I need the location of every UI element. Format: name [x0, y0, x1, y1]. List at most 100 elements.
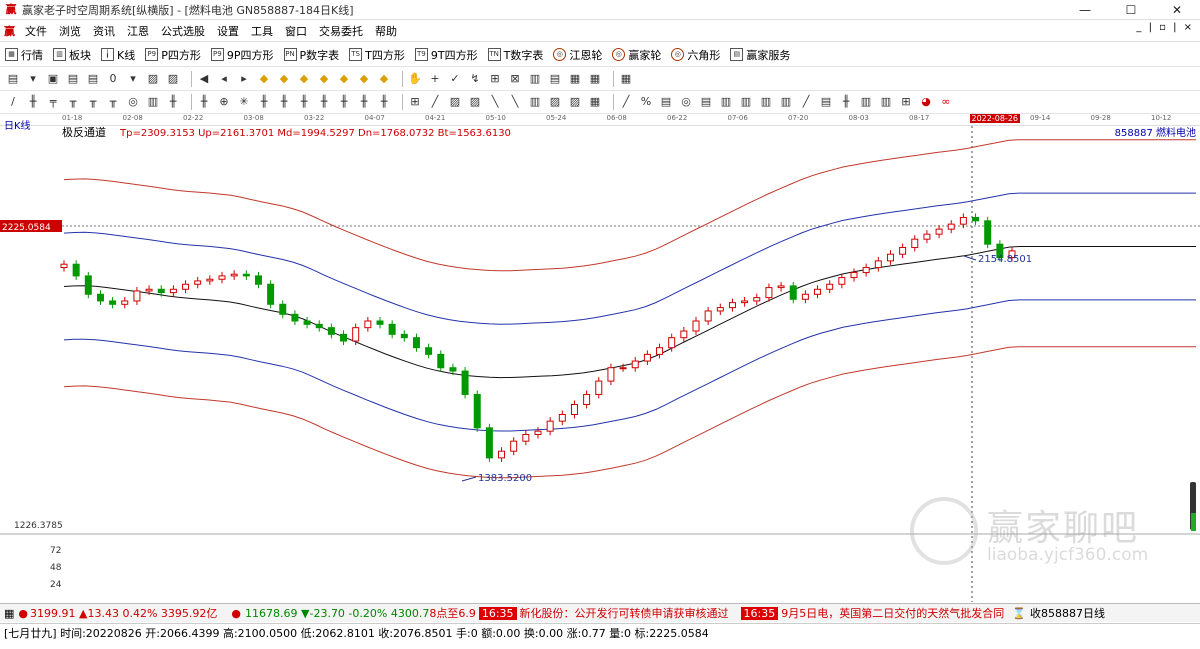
menu-formula[interactable]: 公式选股 — [155, 23, 211, 39]
candle-body[interactable] — [886, 253, 894, 262]
candle-body[interactable] — [570, 403, 578, 415]
tool-12-icon[interactable]: ╫ — [257, 95, 271, 109]
candle-body[interactable] — [850, 272, 858, 279]
tool-3-icon[interactable]: ▤ — [66, 72, 80, 86]
tool-11-icon[interactable]: ✳ — [237, 95, 251, 109]
tool-4-icon[interactable]: ╥ — [86, 95, 100, 109]
candle-body[interactable] — [291, 313, 299, 322]
candle-body[interactable] — [546, 420, 554, 432]
candle-body[interactable] — [923, 233, 931, 240]
tool-22-icon[interactable]: ▨ — [468, 95, 482, 109]
tool-19-icon[interactable]: ✋ — [408, 72, 422, 86]
candle-body[interactable] — [704, 310, 712, 322]
candle-body[interactable] — [194, 280, 202, 285]
price-chart[interactable]: 日K线 极反通道 Tp=2309.3153 Up=2161.3701 Md=19… — [0, 114, 1200, 602]
tool-34-icon[interactable]: ▥ — [719, 95, 733, 109]
candle-body[interactable] — [388, 323, 396, 335]
tool-24-icon[interactable]: ⊠ — [508, 72, 522, 86]
tool-38-icon[interactable]: ╱ — [799, 95, 813, 109]
candle-body[interactable] — [534, 430, 542, 436]
tool-26-icon[interactable]: ▨ — [548, 95, 562, 109]
candle-body[interactable] — [753, 297, 761, 302]
candle-body[interactable] — [668, 337, 676, 349]
candle-body[interactable] — [242, 273, 250, 277]
toolbar-blocks-button[interactable]: ▥ 板块 — [48, 47, 96, 63]
tool-40-icon[interactable]: ╫ — [839, 95, 853, 109]
tool-15-icon[interactable]: ◆ — [317, 72, 331, 86]
menu-window[interactable]: 窗口 — [279, 23, 313, 39]
tool-37-icon[interactable]: ▥ — [779, 95, 793, 109]
candle-body[interactable] — [935, 228, 943, 235]
candle-body[interactable] — [352, 327, 360, 342]
candle-body[interactable] — [741, 300, 749, 304]
menu-help[interactable]: 帮助 — [369, 23, 403, 39]
maximize-button[interactable]: ☐ — [1108, 0, 1154, 20]
candle-body[interactable] — [522, 434, 530, 442]
menu-gann[interactable]: 江恩 — [121, 23, 155, 39]
candle-body[interactable] — [267, 283, 275, 305]
tool-14-icon[interactable]: ╫ — [297, 95, 311, 109]
tool-17-icon[interactable]: ╫ — [357, 95, 371, 109]
tool-11-icon[interactable]: ▸ — [237, 72, 251, 86]
tool-39-icon[interactable]: ▤ — [819, 95, 833, 109]
candle-body[interactable] — [364, 320, 372, 329]
tool-3-icon[interactable]: ╥ — [66, 95, 80, 109]
candle-body[interactable] — [437, 353, 445, 369]
candle-body[interactable] — [315, 323, 323, 329]
tool-44-icon[interactable]: ◕ — [919, 95, 933, 109]
candle-body[interactable] — [121, 300, 129, 305]
candle-body[interactable] — [595, 380, 603, 395]
candle-body[interactable] — [583, 393, 591, 405]
candle-body[interactable] — [303, 320, 311, 325]
tool-7-icon[interactable]: ▨ — [146, 72, 160, 86]
candle-body[interactable] — [631, 360, 639, 369]
tool-26-icon[interactable]: ▤ — [548, 72, 562, 86]
toolbar-9t-square-button[interactable]: T9 9T四方形 — [410, 47, 483, 63]
candle-body[interactable] — [777, 285, 785, 289]
candle-body[interactable] — [801, 293, 809, 300]
candle-body[interactable] — [716, 307, 724, 312]
toolbar-9p-square-button[interactable]: P9 9P四方形 — [206, 47, 279, 63]
candle-body[interactable] — [485, 427, 493, 459]
close-button[interactable]: ✕ — [1154, 0, 1200, 20]
candle-body[interactable] — [425, 347, 433, 355]
tool-5-icon[interactable]: ╥ — [106, 95, 120, 109]
candle-body[interactable] — [60, 263, 68, 269]
tool-23-icon[interactable]: ╲ — [488, 95, 502, 109]
candle-body[interactable] — [947, 223, 955, 230]
toolbar-t-square-button[interactable]: TS T四方形 — [344, 47, 410, 63]
toolbar-kline-button[interactable]: ╽ K线 — [96, 47, 140, 63]
candle-body[interactable] — [789, 285, 797, 300]
candle-body[interactable] — [169, 288, 177, 294]
tool-8-icon[interactable]: ▨ — [166, 72, 180, 86]
tool-6-icon[interactable]: ▾ — [126, 72, 140, 86]
menu-file[interactable]: 文件 — [19, 23, 53, 39]
toolbar-service-button[interactable]: ▤ 赢家服务 — [725, 47, 795, 63]
candle-body[interactable] — [72, 263, 80, 277]
tool-21-icon[interactable]: ✓ — [448, 72, 462, 86]
candle-body[interactable] — [728, 302, 736, 309]
tool-1-icon[interactable]: ▾ — [26, 72, 40, 86]
menu-trade[interactable]: 交易委托 — [313, 23, 369, 39]
candle-body[interactable] — [680, 330, 688, 339]
tool-25-icon[interactable]: ▥ — [528, 72, 542, 86]
tool-0-icon[interactable]: ▤ — [6, 72, 20, 86]
candle-body[interactable] — [461, 370, 469, 395]
watch-label[interactable]: 收858887日线 — [1030, 605, 1105, 621]
tool-29-icon[interactable]: ▦ — [619, 72, 633, 86]
candle-body[interactable] — [182, 283, 190, 290]
tool-24-icon[interactable]: ╲ — [508, 95, 522, 109]
menu-settings[interactable]: 设置 — [211, 23, 245, 39]
tool-21-icon[interactable]: ▨ — [448, 95, 462, 109]
candle-body[interactable] — [376, 320, 384, 325]
tool-9-icon[interactable]: ╫ — [197, 95, 211, 109]
candle-body[interactable] — [230, 273, 238, 277]
tool-7-icon[interactable]: ▥ — [146, 95, 160, 109]
tool-16-icon[interactable]: ◆ — [337, 72, 351, 86]
candle-body[interactable] — [838, 277, 846, 285]
tool-6-icon[interactable]: ◎ — [126, 95, 140, 109]
tool-33-icon[interactable]: ▤ — [699, 95, 713, 109]
tool-4-icon[interactable]: ▤ — [86, 72, 100, 86]
tool-20-icon[interactable]: + — [428, 72, 442, 86]
tool-1-icon[interactable]: ╫ — [26, 95, 40, 109]
